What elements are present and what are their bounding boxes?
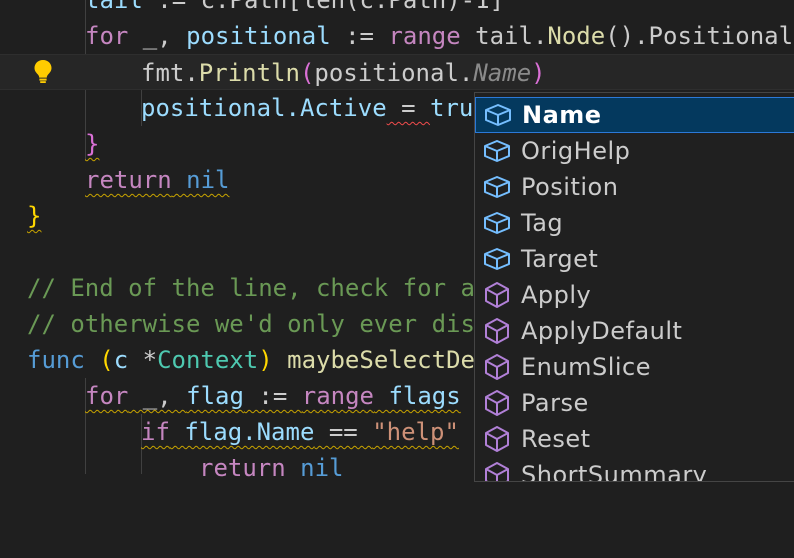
suggestion-label: OrigHelp — [521, 137, 631, 165]
suggestion-label: Reset — [521, 425, 591, 453]
operator-token: * — [128, 346, 158, 374]
suggestion-label: ApplyDefault — [521, 317, 683, 345]
suggestion-item[interactable]: Position — [475, 169, 794, 205]
operator-token: == — [314, 418, 373, 446]
type-token: Context — [157, 346, 259, 374]
suggestion-item[interactable]: Apply — [475, 277, 794, 313]
variable-token: positional — [186, 22, 331, 50]
variable-token: positional. — [314, 59, 474, 87]
variable-token: tru — [430, 94, 474, 122]
function-token: Node — [547, 22, 606, 50]
suggestion-label: Apply — [521, 281, 592, 309]
suggestion-widget[interactable]: Name OrigHelp Position Tag Target Apply ApplyD… — [474, 92, 794, 482]
paren-token: ) — [531, 59, 546, 87]
function-token: maybeSelectDe — [287, 346, 475, 374]
nil-token: nil — [171, 166, 230, 194]
suggestion-label: Tag — [521, 209, 564, 237]
operator-token: := — [330, 22, 389, 50]
suggestion-item[interactable]: EnumSlice — [475, 349, 794, 385]
keyword-range: range — [388, 22, 461, 50]
method-icon — [481, 389, 513, 417]
suggestion-item[interactable]: OrigHelp — [475, 133, 794, 169]
variable-token: positional.Active — [141, 94, 387, 122]
method-icon — [481, 353, 513, 381]
suggestion-label: Parse — [521, 389, 589, 417]
paren-token: ( — [84, 346, 114, 374]
code-token: _, — [128, 22, 187, 50]
string-token: "help" — [372, 418, 459, 446]
inline-suggestion-ghost-text: Name — [473, 59, 532, 87]
suggestion-item[interactable]: Target — [475, 241, 794, 277]
field-icon — [482, 101, 514, 129]
method-icon — [481, 461, 513, 481]
variable-token: c — [113, 346, 129, 374]
code-line: for _, positional := range tail.Node().P… — [0, 18, 794, 54]
field-icon — [481, 209, 513, 237]
nil-token: nil — [285, 454, 344, 482]
field-icon — [481, 173, 513, 201]
operator-token: := — [243, 382, 302, 410]
paren-token: ( — [299, 59, 315, 87]
code-token: tail. — [460, 22, 548, 50]
suggestion-item[interactable]: ShortSummary — [475, 457, 794, 482]
package-token: fmt. — [141, 59, 199, 87]
brace-token: } — [27, 202, 42, 230]
comment-token: // End of the line, check for a — [27, 274, 475, 302]
keyword-range: range — [301, 382, 374, 410]
suggestion-item[interactable]: Tag — [475, 205, 794, 241]
paren-token: ) — [258, 346, 288, 374]
code-editor[interactable]: tail := c.Path[len(c.Path)-1] for _, pos… — [0, 0, 794, 482]
suggestion-label: EnumSlice — [521, 353, 651, 381]
variable-token: flag.Name — [169, 418, 315, 446]
variable-token: flag — [186, 382, 244, 410]
variable-token: flags — [374, 382, 461, 410]
keyword-for: for — [85, 22, 129, 50]
suggestion-label: Target — [521, 245, 599, 273]
code-token: := c.Path[len(c.Path)-1] — [142, 0, 505, 14]
suggestion-label: Name — [522, 101, 602, 129]
suggestion-label: ShortSummary — [521, 461, 708, 482]
code-token: _, — [128, 382, 187, 410]
keyword-if: if — [141, 418, 170, 446]
brace-token: } — [85, 130, 100, 158]
keyword-return: return — [199, 454, 286, 482]
field-icon — [481, 245, 513, 273]
current-line[interactable]: fmt.Println(positional.Name) — [0, 54, 794, 90]
method-icon — [481, 425, 513, 453]
comment-token: // otherwise we'd only ever dis — [27, 310, 475, 338]
operator-token-error: = — [386, 94, 430, 122]
code-token: tail — [85, 0, 143, 14]
method-icon — [481, 317, 513, 345]
suggestion-label: Position — [521, 173, 619, 201]
suggestion-item[interactable]: Parse — [475, 385, 794, 421]
method-icon — [481, 281, 513, 309]
keyword-for: for — [85, 382, 129, 410]
keyword-func: func — [27, 346, 85, 374]
suggestion-item[interactable]: Reset — [475, 421, 794, 457]
suggestion-item[interactable]: ApplyDefault — [475, 313, 794, 349]
lightbulb-icon[interactable] — [32, 58, 54, 84]
suggestion-item[interactable]: Name — [475, 97, 794, 133]
function-token: Println — [198, 59, 300, 87]
keyword-return: return — [85, 166, 172, 194]
code-token: ().Positional — [605, 22, 794, 50]
field-icon — [481, 137, 513, 165]
code-line: tail := c.Path[len(c.Path)-1] — [0, 0, 794, 18]
